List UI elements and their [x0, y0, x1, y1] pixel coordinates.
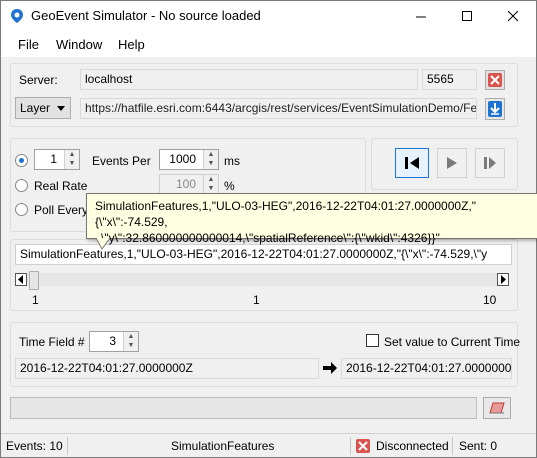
load-source-button[interactable] [485, 98, 505, 120]
status-sent: Sent: 0 [459, 439, 498, 453]
arrow-right-icon [323, 362, 337, 374]
time-field-spinner[interactable]: 3 ▲ ▼ [89, 331, 139, 352]
step-forward-button[interactable] [475, 148, 505, 178]
real-rate-label: Real Rate [34, 179, 88, 193]
window-title: GeoEvent Simulator - No source loaded [31, 8, 261, 23]
spinner-arrows-icon[interactable]: ▲ ▼ [64, 150, 79, 169]
play-icon [447, 157, 457, 169]
events-count-value: 1 [50, 152, 57, 166]
minimize-button[interactable] [398, 1, 444, 31]
slider-max-label: 10 [483, 293, 497, 307]
spinner-arrows-icon[interactable]: ▲ ▼ [203, 175, 218, 194]
maximize-button[interactable] [444, 1, 490, 31]
event-tooltip: SimulationFeatures,1,"ULO-03-HEG",2016-1… [86, 193, 537, 245]
clear-button[interactable] [483, 397, 511, 419]
event-preview-field[interactable]: SimulationFeatures,1,"ULO-03-HEG",2016-1… [15, 244, 512, 265]
chevron-down-icon [57, 106, 65, 111]
real-rate-radio[interactable] [15, 179, 28, 192]
title-bar: GeoEvent Simulator - No source loaded [1, 1, 536, 31]
play-button[interactable] [437, 148, 467, 178]
step-back-icon [405, 157, 419, 169]
source-type-value: Layer [20, 101, 51, 115]
original-time-field[interactable]: 2016-12-22T04:01:27.0000000Z [15, 358, 319, 379]
poll-every-radio[interactable] [15, 203, 28, 216]
spinner-arrows-icon[interactable]: ▲ ▼ [203, 150, 218, 169]
minimize-icon [415, 16, 426, 18]
menu-bar: File Window Help [1, 31, 536, 57]
app-window: GeoEvent Simulator - No source loaded Fi… [0, 0, 537, 458]
close-icon [507, 10, 518, 21]
slider-min-label: 1 [32, 293, 39, 307]
time-field-label: Time Field # [19, 335, 85, 349]
slider-thumb[interactable] [29, 271, 39, 290]
menu-window[interactable]: Window [56, 37, 102, 52]
interval-unit-label: ms [224, 154, 240, 168]
server-port-field[interactable]: 5565 [422, 69, 477, 90]
arrow-right-icon [501, 275, 506, 284]
events-per-radio[interactable] [15, 154, 28, 167]
real-rate-spinner[interactable]: 100 ▲ ▼ [159, 174, 219, 195]
menu-file[interactable]: File [18, 37, 39, 52]
interval-value: 1000 [169, 152, 196, 166]
slider-left-button[interactable] [15, 273, 27, 286]
status-bar: Events: 10 SimulationFeatures Disconnect… [1, 433, 536, 457]
tooltip-line-1: SimulationFeatures,1,"ULO-03-HEG",2016-1… [95, 199, 476, 229]
app-logo-icon [11, 9, 23, 23]
service-url-field[interactable]: https://hatfile.esri.com:6443/arcgis/res… [80, 98, 477, 119]
poll-every-label: Poll Every [34, 203, 89, 217]
events-count-spinner[interactable]: 1 ▲ ▼ [34, 149, 80, 170]
server-label: Server: [19, 73, 58, 87]
source-type-dropdown[interactable]: Layer [15, 97, 71, 119]
eraser-icon [489, 402, 505, 414]
menu-help[interactable]: Help [118, 37, 145, 52]
delete-icon [488, 73, 502, 87]
current-time-checkbox[interactable] [366, 334, 379, 347]
clear-server-button[interactable] [485, 70, 505, 90]
real-rate-value: 100 [175, 177, 196, 191]
tooltip-pointer [96, 238, 110, 250]
interval-spinner[interactable]: 1000 ▲ ▼ [159, 149, 219, 170]
slider-track[interactable] [27, 273, 497, 286]
server-host-field[interactable]: localhost [80, 69, 418, 90]
converted-time-field[interactable]: 2016-12-22T04:01:27.0000000Z [341, 358, 512, 379]
arrow-left-icon [18, 275, 23, 284]
status-events: Events: 10 [6, 439, 63, 453]
step-back-button[interactable] [395, 148, 429, 178]
tooltip-line-2: \"y\":32.860000000000014,\"spatialRefere… [101, 231, 440, 245]
status-connection: Disconnected [376, 439, 449, 453]
current-time-label: Set value to Current Time [384, 335, 521, 349]
maximize-icon [461, 10, 472, 21]
slider-current-label: 1 [253, 293, 260, 307]
slider-right-button[interactable] [497, 273, 509, 286]
time-field-value: 3 [109, 334, 116, 348]
real-rate-unit-label: % [224, 179, 235, 193]
status-source: SimulationFeatures [171, 439, 275, 453]
close-button[interactable] [490, 1, 536, 31]
events-per-label: Events Per [92, 154, 151, 168]
disconnected-icon [356, 439, 370, 453]
step-forward-icon [484, 157, 496, 169]
progress-bar [10, 397, 477, 419]
spinner-arrows-icon[interactable]: ▲ ▼ [123, 332, 138, 351]
download-icon [488, 101, 502, 117]
